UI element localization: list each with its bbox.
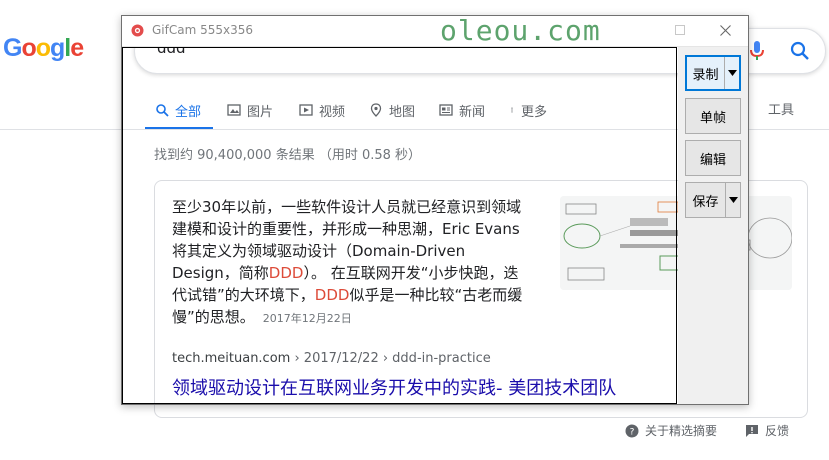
about-label: 关于精选摘要: [645, 424, 718, 438]
triangle-down-icon: [727, 70, 737, 76]
save-button[interactable]: 保存: [685, 182, 741, 218]
tab-tools[interactable]: 工具: [768, 99, 794, 118]
frame-button[interactable]: 单帧: [685, 98, 741, 134]
microphone-icon[interactable]: [749, 39, 765, 63]
feedback-link[interactable]: 反馈: [745, 422, 789, 439]
frame-label: 单帧: [699, 110, 726, 126]
google-logo[interactable]: Google: [3, 34, 84, 63]
feedback-label: 反馈: [765, 424, 790, 438]
logo-letter: G: [3, 34, 22, 62]
search-icon[interactable]: [789, 40, 811, 62]
gifcam-app-icon: [131, 24, 144, 37]
about-snippets-link[interactable]: ? 关于精选摘要: [625, 422, 717, 439]
capture-area[interactable]: [122, 47, 677, 404]
save-dropdown[interactable]: [725, 183, 740, 217]
logo-letter: o: [35, 34, 51, 62]
maximize-button[interactable]: [670, 20, 690, 40]
logo-letter: o: [21, 34, 36, 62]
save-label: 保存: [692, 194, 719, 210]
edit-label: 编辑: [699, 152, 726, 168]
record-button[interactable]: 录制: [685, 55, 741, 91]
help-icon: ?: [625, 424, 639, 437]
close-icon: [719, 24, 731, 36]
maximize-icon: [675, 25, 685, 35]
svg-text:?: ?: [630, 427, 635, 437]
watermark-text: oleou.com: [440, 14, 601, 47]
logo-letter: e: [70, 34, 84, 62]
edit-button[interactable]: 编辑: [685, 140, 741, 176]
window-title: GifCam 555x356: [152, 23, 254, 37]
gifcam-titlebar[interactable]: GifCam 555x356 oleou.com: [122, 14, 748, 47]
close-button[interactable]: [715, 20, 735, 40]
record-dropdown[interactable]: [724, 57, 739, 89]
gifcam-control-panel: 录制 单帧 编辑 保存: [678, 47, 748, 404]
record-label: 录制: [692, 67, 719, 83]
triangle-down-icon: [728, 197, 738, 203]
feedback-icon: [746, 424, 758, 437]
gifcam-window[interactable]: GifCam 555x356 oleou.com 录制 单帧 编辑 保存: [121, 14, 749, 405]
logo-letter: g: [50, 34, 65, 62]
